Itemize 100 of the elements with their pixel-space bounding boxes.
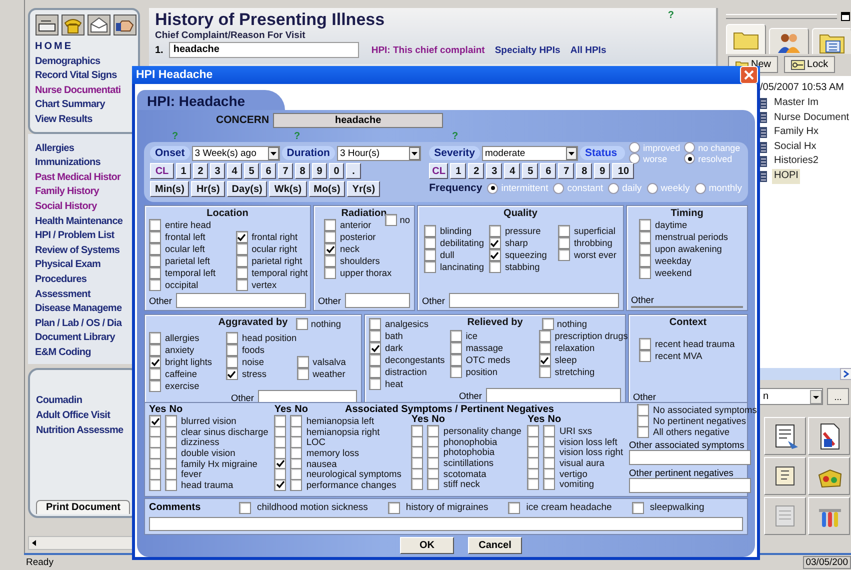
checkbox[interactable] <box>149 279 161 291</box>
envelope-icon[interactable] <box>87 14 111 36</box>
checkbox[interactable] <box>450 330 462 342</box>
keypad-button[interactable]: 6 <box>261 163 276 179</box>
checkbox[interactable] <box>637 414 650 426</box>
checkbox[interactable] <box>637 404 650 416</box>
keypad-button[interactable]: 5 <box>244 163 259 179</box>
radio-button[interactable] <box>629 142 640 153</box>
checkbox[interactable] <box>639 219 651 231</box>
checkbox[interactable] <box>149 415 161 428</box>
checkbox[interactable] <box>149 231 161 243</box>
input-field[interactable] <box>448 293 619 308</box>
link[interactable]: HPI: This chief complaint <box>371 44 485 56</box>
hand-icon[interactable] <box>113 14 137 36</box>
input-field[interactable] <box>176 293 306 308</box>
keypad-button[interactable]: CL <box>429 163 448 179</box>
dropdown[interactable]: 3 Week(s) ago <box>192 146 280 160</box>
unit-button[interactable]: Mo(s) <box>308 181 346 197</box>
checkbox[interactable] <box>290 415 302 428</box>
keypad-button[interactable]: CL <box>150 163 174 179</box>
checkbox[interactable] <box>239 502 251 514</box>
checkbox[interactable] <box>226 368 238 380</box>
checkbox[interactable] <box>165 478 177 491</box>
toolbar-button[interactable] <box>764 417 806 455</box>
checkbox[interactable] <box>639 350 651 362</box>
dropdown[interactable]: 3 Hour(s) <box>336 146 421 160</box>
checkbox[interactable] <box>424 237 436 249</box>
checkbox[interactable] <box>543 478 556 490</box>
checkbox[interactable] <box>149 468 161 480</box>
link[interactable]: Specialty HPIs <box>494 44 560 56</box>
checkbox[interactable] <box>149 436 161 448</box>
keypad-button[interactable]: 10 <box>612 163 634 179</box>
keypad-button[interactable]: 0 <box>329 163 344 179</box>
unit-button[interactable]: Hr(s) <box>191 181 225 197</box>
checkbox[interactable] <box>542 318 554 330</box>
checkbox[interactable] <box>427 425 440 438</box>
keypad-button[interactable]: 7 <box>278 163 293 179</box>
checkbox[interactable] <box>324 219 336 231</box>
checkbox[interactable] <box>226 344 238 356</box>
checkbox[interactable] <box>538 330 551 342</box>
checkbox[interactable] <box>274 478 286 491</box>
keypad-button[interactable]: 7 <box>558 163 574 179</box>
checkbox[interactable] <box>296 368 309 380</box>
radio-button[interactable] <box>646 182 658 194</box>
keypad-button[interactable]: 2 <box>193 163 208 179</box>
checkbox[interactable] <box>149 243 161 255</box>
checkbox[interactable] <box>427 478 440 490</box>
tab[interactable]: HPI: Headache <box>137 90 286 110</box>
checkbox[interactable] <box>639 231 651 243</box>
print-button[interactable]: Print Document <box>36 500 130 514</box>
checkbox[interactable] <box>543 457 556 470</box>
checkbox[interactable] <box>639 255 651 267</box>
checkbox[interactable] <box>290 436 302 448</box>
tab[interactable] <box>769 28 809 56</box>
close-button[interactable] <box>740 66 758 84</box>
ok-button[interactable]: OK <box>400 537 454 554</box>
checkbox[interactable] <box>427 446 440 458</box>
keypad-button[interactable]: 9 <box>312 163 327 179</box>
keypad-button[interactable]: 4 <box>504 163 520 179</box>
checkbox[interactable] <box>296 318 308 330</box>
checkbox[interactable] <box>274 415 286 428</box>
checkbox[interactable] <box>488 225 501 237</box>
checkbox[interactable] <box>450 354 462 366</box>
checkbox[interactable] <box>384 214 397 226</box>
document-item[interactable]: Family Hx <box>772 125 820 140</box>
checkbox[interactable] <box>411 425 424 438</box>
link[interactable]: All HPIs <box>570 44 606 56</box>
keypad-button[interactable]: . <box>346 163 361 179</box>
checkbox[interactable] <box>149 255 161 267</box>
unit-button[interactable]: Min(s) <box>150 181 190 197</box>
checkbox[interactable] <box>527 478 540 490</box>
help-mark[interactable]: ? <box>668 10 674 21</box>
checkbox[interactable] <box>149 219 161 231</box>
keypad-button[interactable]: 2 <box>468 163 484 179</box>
keypad-button[interactable]: 3 <box>486 163 502 179</box>
checkbox[interactable] <box>411 457 424 470</box>
radio-button[interactable] <box>629 153 640 164</box>
checkbox[interactable] <box>165 468 177 480</box>
document-item[interactable]: Nurse Document <box>772 110 851 126</box>
checkbox[interactable] <box>424 225 436 237</box>
input-field[interactable] <box>629 450 752 465</box>
checkbox[interactable] <box>508 502 520 514</box>
more-button[interactable]: ... <box>827 388 849 405</box>
checkbox[interactable] <box>149 380 161 392</box>
cancel-button[interactable]: Cancel <box>468 537 522 554</box>
complaint-field[interactable]: headache <box>169 42 360 58</box>
checkbox[interactable] <box>324 255 336 267</box>
checkbox[interactable] <box>165 415 177 428</box>
checkbox[interactable] <box>427 457 440 470</box>
checkbox[interactable] <box>296 356 309 368</box>
checkbox[interactable] <box>538 354 551 366</box>
radio-button[interactable] <box>684 142 696 153</box>
checkbox[interactable] <box>149 368 161 380</box>
keypad-button[interactable]: 3 <box>210 163 225 179</box>
input-field[interactable] <box>629 478 752 493</box>
nav-link[interactable]: Demographics <box>35 54 138 70</box>
checkbox[interactable] <box>411 446 424 458</box>
checkbox[interactable] <box>149 447 161 460</box>
input-field[interactable] <box>486 388 621 403</box>
input-field[interactable] <box>344 293 410 308</box>
